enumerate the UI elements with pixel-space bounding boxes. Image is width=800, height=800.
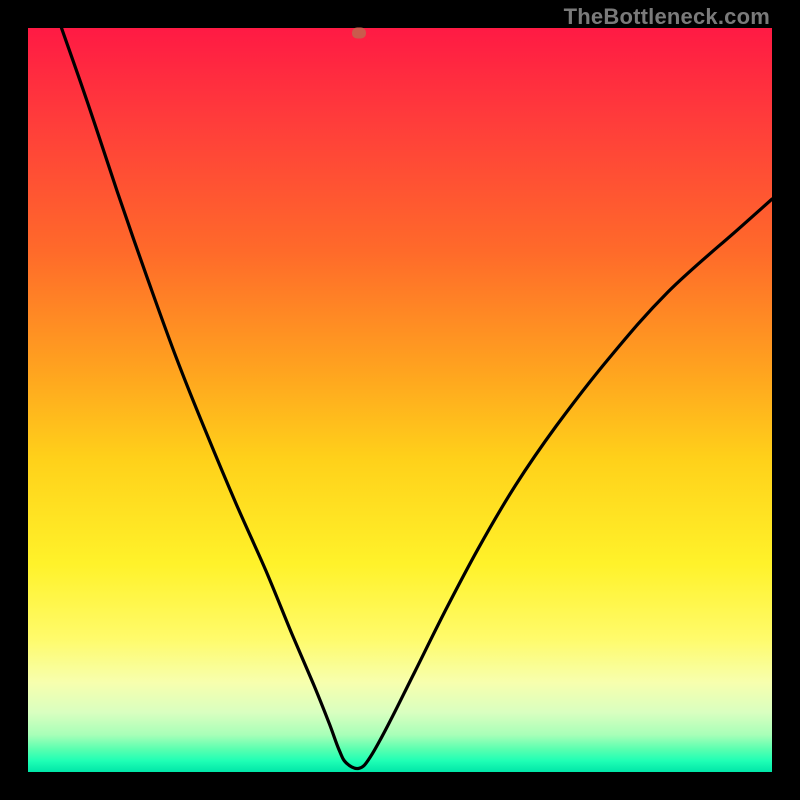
watermark-text: TheBottleneck.com [564,4,770,30]
bottleneck-curve [28,28,772,772]
plot-area [28,28,772,772]
chart-frame: TheBottleneck.com [0,0,800,800]
min-marker [352,28,366,39]
curve-path [62,28,773,769]
